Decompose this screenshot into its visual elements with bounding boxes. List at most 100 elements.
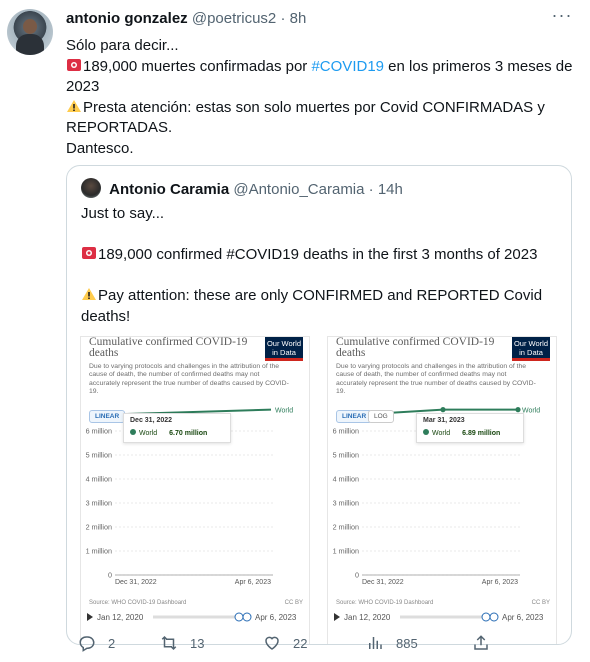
x-tick-label: Apr 6, 2023 (482, 579, 518, 586)
reply-icon (79, 636, 95, 652)
quote-author-handle[interactable]: @Antonio_Caramia (233, 181, 364, 198)
y-tick-label: 2 million (333, 523, 359, 532)
share-button[interactable] (472, 634, 502, 654)
data-point (515, 407, 521, 413)
owid-logo: Our World in Data (265, 337, 303, 361)
y-tick-label: 1 million (86, 547, 112, 556)
chart-subtitle: Due to varying protocols and challenges … (336, 363, 536, 396)
tweet-line: Dantesco. (66, 139, 134, 157)
tooltip-row: World 6.70 million (130, 429, 224, 437)
quoted-tweet[interactable]: Antonio Caramia @Antonio_Caramia · 14h J… (66, 165, 572, 645)
share-icon (474, 635, 488, 650)
tooltip-row: World 6.89 million (423, 429, 517, 437)
quote-author-name[interactable]: Antonio Caramia (109, 181, 229, 198)
tweet-line-text: Presta atención: estas son solo muertes … (66, 98, 545, 137)
quote-avatar[interactable] (81, 178, 101, 198)
timeline-handle (234, 612, 244, 622)
timeline-handle (481, 612, 491, 622)
series-label: World (275, 408, 293, 415)
chart-card-right[interactable]: 0 1 million 2 million 3 million 4 million 5 m… (327, 336, 557, 644)
x-tick-label: Dec 31, 2022 (115, 579, 157, 586)
quote-line-text: Pay attention: these are only CONFIRMED … (81, 287, 543, 325)
y-tick-label: 4 million (333, 475, 359, 484)
x-tick-label: Apr 6, 2023 (235, 579, 271, 586)
play-icon (334, 613, 340, 621)
series-dot-icon (130, 429, 136, 435)
tweet-header: antonio gonzalez @poetricus2 · 8h (66, 10, 306, 27)
retweet-icon (161, 635, 177, 651)
heart-icon (265, 636, 279, 650)
linear-toggle[interactable]: LINEAR (89, 410, 126, 423)
quote-text: Just to say... 189,000 confirmed #COVID1… (81, 204, 561, 327)
y-tick-label: 1 million (333, 547, 359, 556)
tweet-line: 189,000 muertes confirmadas por #COVID19… (66, 57, 576, 98)
tweet-text: Sólo para decir... 189,000 muertes confi… (66, 36, 576, 159)
series-label: World (522, 408, 540, 415)
quote-line: Just to say... (81, 205, 165, 222)
author-avatar[interactable] (7, 9, 53, 55)
x-tick-label: Dec 31, 2022 (362, 579, 404, 586)
y-tick-label: 0 (355, 571, 359, 580)
like-count: 22 (293, 636, 308, 651)
log-toggle[interactable]: LOG (368, 410, 394, 423)
chart-footer: Source: WHO COVID-19 Dashboard CC BY (89, 600, 303, 606)
chart-subtitle: Due to varying protocols and challenges … (89, 363, 289, 396)
views-button[interactable]: 885 (366, 634, 418, 654)
chart-title: Cumulative confirmed COVID-19 deaths (336, 336, 495, 359)
timeline-end: Apr 6, 2023 (502, 613, 544, 622)
chart-license[interactable]: CC BY (532, 600, 550, 606)
chart-title: Cumulative confirmed COVID-19 deaths (89, 336, 248, 359)
tweet-line: Presta atención: estas son solo muertes … (66, 98, 576, 139)
header-separator: · (280, 10, 286, 27)
author-name[interactable]: antonio gonzalez (66, 10, 188, 27)
play-icon (87, 613, 93, 621)
chart-license[interactable]: CC BY (285, 600, 303, 606)
quote-time[interactable]: 14h (378, 181, 403, 198)
tweet-line-text: 189,000 muertes confirmadas por (83, 57, 312, 75)
y-tick-label: 3 million (86, 499, 112, 508)
timeline-start: Jan 12, 2020 (97, 613, 144, 622)
y-tick-label: 2 million (86, 523, 112, 532)
y-tick-label: 6 million (333, 427, 359, 436)
views-count: 885 (396, 636, 418, 651)
timeline-end: Apr 6, 2023 (255, 613, 297, 622)
tooltip-date: Dec 31, 2022 (130, 417, 173, 424)
warning-icon (82, 288, 96, 300)
timeline-start: Jan 12, 2020 (344, 613, 391, 622)
quote-line: 189,000 confirmed #COVID19 deaths in the… (81, 245, 561, 266)
timeline-handle (489, 612, 499, 622)
chart-tooltip: Mar 31, 2023 World 6.89 million (416, 413, 524, 443)
tweet: antonio gonzalez @poetricus2 · 8h ··· Só… (0, 0, 590, 662)
reply-count: 2 (108, 636, 116, 651)
y-tick-label: 4 million (86, 475, 112, 484)
quote-header: Antonio Caramia @Antonio_Caramia · 14h (81, 178, 403, 198)
linear-toggle[interactable]: LINEAR (336, 410, 373, 423)
tweet-time[interactable]: 8h (290, 10, 307, 27)
hashtag-link[interactable]: #COVID19 (311, 58, 384, 75)
quote-line-text: 189,000 confirmed #COVID19 deaths in the… (98, 246, 538, 263)
owid-logo: Our World in Data (512, 337, 550, 361)
tooltip-value: 6.70 million (169, 430, 208, 437)
like-button[interactable]: 22 (263, 634, 307, 654)
author-handle[interactable]: @poetricus2 (192, 10, 276, 27)
siren-icon (82, 247, 96, 259)
chart-source[interactable]: Source: WHO COVID-19 Dashboard (336, 600, 433, 606)
reply-button[interactable]: 2 (78, 634, 115, 654)
more-options-icon[interactable]: ··· (548, 6, 576, 28)
avatar-body (16, 34, 44, 55)
tooltip-series: World (432, 430, 451, 437)
y-tick-label: 6 million (86, 427, 112, 436)
chart-footer: Source: WHO COVID-19 Dashboard CC BY (336, 600, 550, 606)
chart-card-left[interactable]: 0 1 million 2 million 3 million 4 million 5 m… (80, 336, 310, 644)
data-point (440, 407, 446, 413)
retweet-button[interactable]: 13 (160, 634, 204, 654)
chart-source[interactable]: Source: WHO COVID-19 Dashboard (89, 600, 186, 606)
y-tick-label: 5 million (333, 451, 359, 460)
y-tick-label: 5 million (86, 451, 112, 460)
quote-separator: · (368, 181, 374, 198)
tooltip-value: 6.89 million (462, 430, 501, 437)
tooltip-series: World (139, 430, 158, 437)
action-bar: 2 13 22 885 (66, 634, 576, 656)
views-icon (369, 637, 382, 649)
